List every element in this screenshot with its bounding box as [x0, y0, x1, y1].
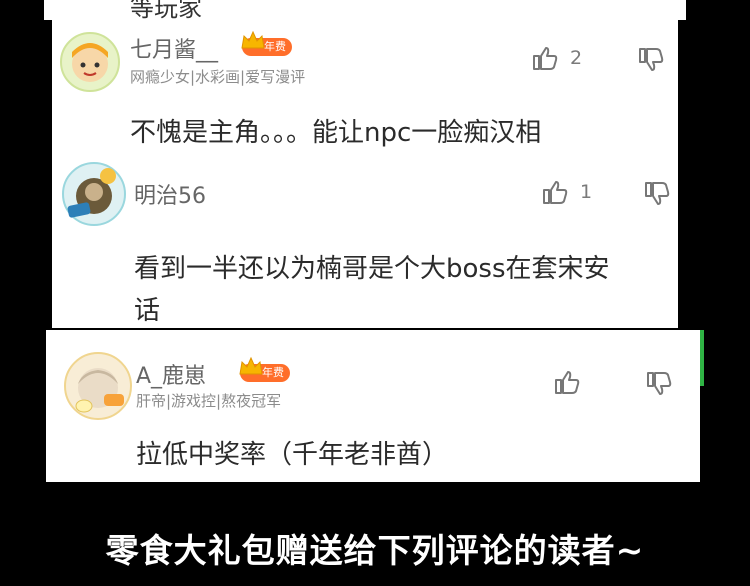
thumbs-up-icon	[555, 371, 580, 394]
comment-card-3: A_鹿崽 年费 肝帝|游戏控|熬夜冠军 拉低中奖率（千年老非酋）	[46, 330, 700, 482]
avatar-image	[72, 43, 108, 82]
promo-banner: 零食大礼包赠送给下列评论的读者~	[105, 531, 645, 570]
avatar[interactable]	[64, 352, 132, 420]
dislike-button[interactable]	[644, 182, 670, 210]
comment-card-1-body: 七月酱__ 年费 网瘾少女|水彩画|爱写漫评 2 不愧是主角。。。能让npc一脸…	[52, 20, 678, 150]
comment-fragment: 等玩家	[130, 0, 202, 20]
username[interactable]: A_鹿崽	[136, 358, 206, 390]
comment-line: 不愧是主角。。。能让npc一脸痴汉相	[130, 118, 542, 148]
comment-line: 话	[134, 296, 161, 326]
avatar[interactable]	[62, 162, 126, 226]
vip-badge: 年费	[241, 30, 292, 56]
like-count: 1	[580, 181, 593, 203]
comment-card-2: 明治56 1 看到一半还以为楠哥是个大boss在套宋安 话	[52, 150, 678, 328]
user-tags: 网瘾少女|水彩画|爱写漫评	[130, 68, 306, 86]
crown-icon	[241, 30, 265, 49]
dislike-button[interactable]	[638, 48, 664, 76]
like-button[interactable]: 1	[542, 180, 592, 204]
thumbs-up-icon	[543, 181, 568, 204]
avatar[interactable]	[60, 32, 120, 92]
like-button[interactable]	[554, 370, 592, 394]
comment-text: 看到一半还以为楠哥是个大boss在套宋安 话	[134, 248, 610, 328]
thumbs-down-icon	[639, 48, 664, 71]
crown-icon	[239, 356, 263, 375]
avatar-image	[75, 368, 124, 413]
badge-label: 年费	[262, 366, 284, 379]
thumbs-down-icon	[647, 372, 672, 395]
like-button[interactable]: 2	[532, 46, 582, 70]
avatar-image	[67, 168, 116, 218]
green-edge	[700, 330, 704, 386]
username[interactable]: 明治56	[134, 178, 206, 210]
like-count: 2	[570, 47, 583, 69]
comment-line: 看到一半还以为楠哥是个大boss在套宋安	[134, 254, 610, 284]
comment-line: 拉低中奖率（千年老非酋）	[136, 440, 449, 470]
thumbs-up-icon	[533, 47, 558, 70]
comment-text: 不愧是主角。。。能让npc一脸痴汉相	[130, 112, 541, 150]
dislike-button[interactable]	[646, 372, 672, 400]
comment-card-1: 等玩家	[44, 0, 686, 20]
thumbs-down-icon	[645, 182, 670, 205]
user-tags: 肝帝|游戏控|熬夜冠军	[136, 392, 282, 410]
username[interactable]: 七月酱__	[130, 32, 218, 64]
comment-text: 拉低中奖率（千年老非酋）	[136, 434, 448, 476]
badge-label: 年费	[264, 40, 286, 53]
vip-badge: 年费	[239, 356, 290, 382]
